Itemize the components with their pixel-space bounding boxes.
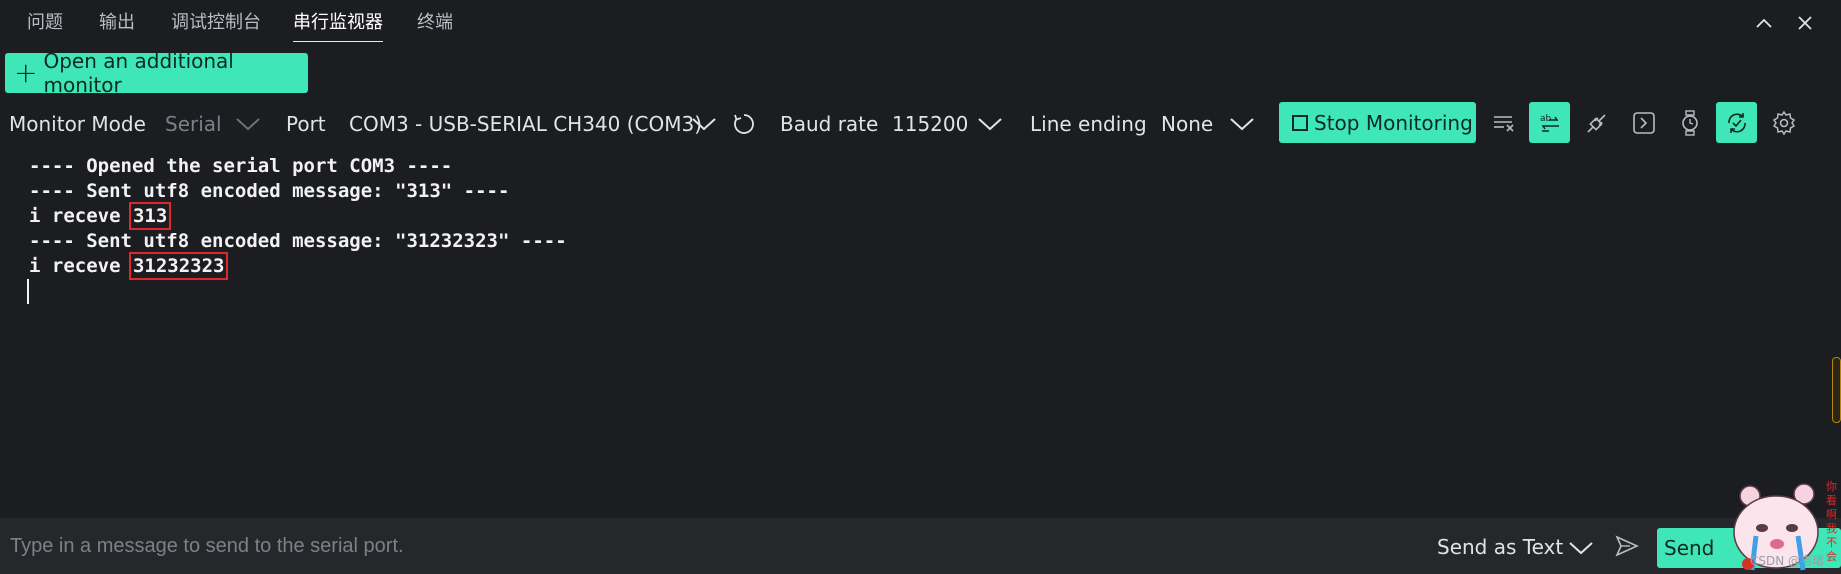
- close-icon[interactable]: [1792, 10, 1818, 36]
- svg-text:ab: ab: [1540, 114, 1552, 124]
- output-line: i receve 313: [29, 202, 172, 230]
- chevron-down-icon[interactable]: [690, 114, 718, 134]
- received-value-highlight: 313: [128, 202, 172, 230]
- settings-icon[interactable]: [1763, 102, 1804, 143]
- stop-monitoring-button[interactable]: Stop Monitoring: [1279, 102, 1476, 143]
- svg-text:看: 看: [1826, 493, 1837, 507]
- autoscroll-icon[interactable]: [1716, 102, 1757, 143]
- plus-icon: +: [14, 56, 38, 89]
- output-line: ---- Sent utf8 encoded message: "3123232…: [29, 230, 567, 252]
- toggle-hex-icon[interactable]: ab: [1529, 102, 1570, 143]
- watermark: CSDN @韦珺: [1750, 554, 1825, 568]
- line-ending-label: Line ending: [1030, 112, 1147, 136]
- monitor-mode-label: Monitor Mode: [9, 112, 146, 136]
- svg-text:你: 你: [1826, 480, 1837, 493]
- svg-text:我: 我: [1826, 522, 1837, 535]
- svg-text:啊: 啊: [1826, 508, 1837, 521]
- open-additional-monitor-label: Open an additional monitor: [43, 49, 234, 97]
- tab-debug-console[interactable]: 调试控制台: [171, 10, 261, 42]
- terminal-icon[interactable]: [1623, 102, 1664, 143]
- scrollbar[interactable]: [1832, 357, 1841, 423]
- received-value-highlight: 31232323: [128, 252, 229, 280]
- tab-output[interactable]: 输出: [99, 10, 135, 42]
- stop-square-icon: [1292, 114, 1308, 131]
- chevron-up-icon[interactable]: [1751, 10, 1777, 36]
- svg-text:不: 不: [1826, 536, 1837, 549]
- chevron-down-icon[interactable]: [234, 114, 262, 134]
- send-as-select[interactable]: Send as Text: [1437, 535, 1563, 559]
- text-cursor: [27, 279, 29, 304]
- output-line-prefix: i receve: [29, 255, 132, 277]
- clear-output-icon[interactable]: [1483, 102, 1524, 143]
- tab-problems[interactable]: 问题: [27, 10, 63, 42]
- chevron-down-icon[interactable]: [1228, 114, 1256, 134]
- serial-output[interactable]: ---- Opened the serial port COM3 ---- --…: [0, 152, 1830, 518]
- chevron-down-icon[interactable]: [976, 114, 1004, 134]
- output-line: ---- Sent utf8 encoded message: "313" --…: [29, 180, 510, 202]
- timestamp-icon[interactable]: [1669, 102, 1710, 143]
- baud-rate-label: Baud rate: [780, 112, 879, 136]
- connect-icon[interactable]: [1576, 102, 1617, 143]
- line-ending-select[interactable]: None: [1161, 112, 1213, 136]
- panel-tab-bar: 问题 输出 调试控制台 串行监视器 终端: [0, 0, 1841, 47]
- chevron-down-icon[interactable]: [1567, 538, 1595, 558]
- stop-monitoring-label: Stop Monitoring: [1314, 110, 1473, 135]
- open-additional-monitor-button[interactable]: + Open an additional monitor: [5, 49, 308, 97]
- message-input[interactable]: [10, 530, 570, 562]
- svg-text:会: 会: [1826, 550, 1837, 563]
- output-line-prefix: i receve: [29, 205, 132, 227]
- output-line: i receve 31232323: [29, 252, 229, 280]
- send-arrow-icon[interactable]: [1614, 534, 1640, 558]
- tab-serial-monitor[interactable]: 串行监视器: [293, 10, 383, 42]
- baud-rate-select[interactable]: 115200: [892, 112, 968, 136]
- output-line: ---- Opened the serial port COM3 ----: [29, 155, 453, 177]
- send-bar: Send as Text Send: [0, 518, 1841, 574]
- port-label: Port: [286, 112, 326, 136]
- monitor-mode-select[interactable]: Serial: [165, 112, 222, 136]
- tab-terminal[interactable]: 终端: [417, 10, 453, 42]
- port-select[interactable]: COM3 - USB-SERIAL CH340 (COM3): [349, 112, 702, 136]
- refresh-icon[interactable]: [732, 112, 756, 136]
